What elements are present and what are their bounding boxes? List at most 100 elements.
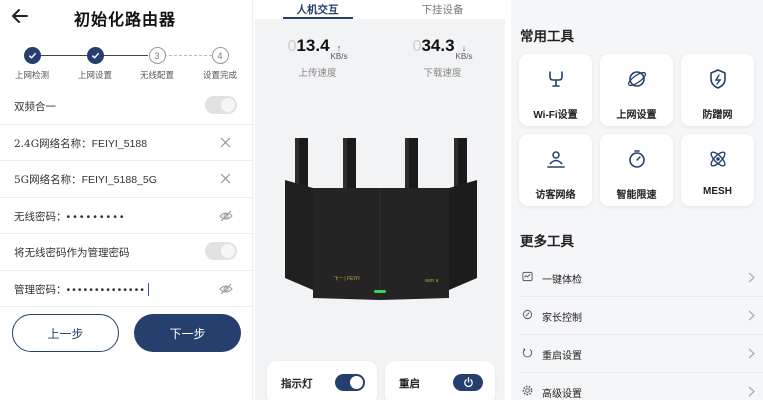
chevron-right-icon [748, 272, 755, 283]
step-4: 4 设置完成 [190, 47, 250, 81]
ssid-5g-input[interactable]: FEIYI_5188_5G [82, 174, 157, 186]
list-item-label: 重启设置 [542, 351, 582, 362]
tools-panel: 常用工具 Wi-Fi设置 上网设置 防蹭网 访客网络 智能限速 MESH 更多工… [511, 0, 763, 400]
step-3-label: 无线配置 [139, 71, 174, 81]
list-item-health-check[interactable]: 一键体检 [520, 259, 763, 297]
step-1-label: 上网检测 [14, 71, 49, 81]
admin-password-label: 管理密码： [14, 283, 67, 296]
list-item-label: 高级设置 [542, 389, 582, 400]
wireless-form: 双频合一 2.4G网络名称：FEIYI_5188 5G网络名称：FEIYI_51… [0, 88, 252, 307]
dual-band-toggle[interactable] [205, 96, 237, 114]
tool-label: MESH [703, 186, 732, 197]
reboot-button[interactable] [453, 374, 483, 391]
page-title: 初始化路由器 [74, 10, 177, 29]
text-caret [147, 283, 150, 296]
list-item-parental-control[interactable]: 家长控制 [520, 297, 763, 335]
chevron-right-icon [748, 386, 755, 397]
step-2: 上网设置 [65, 47, 125, 81]
admin-password-input[interactable]: •••••••••••••• [67, 284, 146, 296]
ssid-24g-input[interactable]: FEIYI_5188 [92, 138, 147, 150]
power-icon [463, 377, 473, 388]
eye-hidden-icon[interactable] [219, 283, 233, 295]
tab-interaction[interactable]: 人机交互 [255, 0, 380, 19]
parental-control-icon [522, 309, 533, 320]
more-tools-list: 一键体检 家长控制 重启设置 高级设置 [520, 259, 763, 400]
wifi-settings-icon [549, 71, 563, 87]
next-step-button[interactable]: 下一步 [134, 314, 241, 352]
tool-label: 智能限速 [616, 190, 657, 201]
download-speed-label: 下载速度 [423, 68, 462, 79]
upload-speed: 0 13.4 ↑ KB/s 上传速度 [255, 36, 380, 79]
speed-limit-icon [629, 150, 645, 168]
device-tabs: 人机交互 下挂设备 [255, 0, 505, 19]
step-1-check-icon [23, 47, 41, 64]
eye-hidden-icon[interactable] [219, 210, 233, 222]
ssid-24g-row: 2.4G网络名称：FEIYI_5188 [0, 125, 252, 161]
step-3-number: 3 [148, 47, 166, 64]
mesh-icon [710, 151, 726, 167]
tool-label: 防蹭网 [702, 110, 733, 121]
use-as-admin-label: 将无线密码作为管理密码 [14, 247, 130, 259]
wifi-password-row: 无线密码：••••••••• [0, 198, 252, 234]
device-panel: 人机交互 下挂设备 0 13.4 ↑ KB/s 上传速度 0 34.3 ↓ KB… [255, 0, 505, 400]
step-2-label: 上网设置 [77, 71, 112, 81]
gear-icon [522, 385, 533, 396]
dual-band-row: 双频合一 [0, 88, 252, 125]
tool-label: Wi-Fi设置 [533, 110, 578, 121]
internet-settings-icon [627, 71, 647, 87]
ssid-24g-label: 2.4G网络名称： [14, 137, 92, 150]
ssid-5g-field-label: 5G网络名称：FEIYI_5188_5G [14, 172, 157, 187]
tool-anti-rub[interactable]: 防蹭网 [681, 54, 754, 126]
list-item-label: 家长控制 [542, 313, 582, 324]
setup-panel: 初始化路由器 上网检测 上网设置 3 无线配置 4 设置完成 双频合一 2.4G… [0, 0, 253, 400]
indicator-card: 指示灯 [267, 361, 377, 400]
health-check-icon [522, 271, 533, 282]
setup-stepper: 上网检测 上网设置 3 无线配置 4 设置完成 [0, 44, 252, 84]
ssid-5g-row: 5G网络名称：FEIYI_5188_5G [0, 161, 252, 198]
use-as-admin-toggle[interactable] [205, 242, 237, 260]
list-item-advanced-settings[interactable]: 高级设置 [520, 373, 763, 400]
download-speed: 0 34.3 ↓ KB/s 下载速度 [380, 36, 505, 79]
step-3: 3 无线配置 [127, 47, 187, 81]
common-tools-title: 常用工具 [520, 29, 574, 44]
tool-internet-settings[interactable]: 上网设置 [600, 54, 673, 126]
tool-speed-limit[interactable]: 智能限速 [600, 134, 673, 206]
tab-connected-devices[interactable]: 下挂设备 [380, 0, 505, 19]
tool-label: 上网设置 [616, 110, 657, 121]
previous-step-button[interactable]: 上一步 [12, 314, 119, 352]
reboot-label: 重启 [399, 378, 420, 390]
download-speed-unit: KB/s [455, 52, 473, 61]
clear-24g-icon[interactable] [220, 137, 231, 148]
tool-mesh[interactable]: MESH [681, 134, 754, 206]
tool-wifi-settings[interactable]: Wi-Fi设置 [519, 54, 592, 126]
router-image: 飞一 | FEIYI WIFI 6 [285, 138, 477, 300]
wifi-password-input[interactable]: ••••••••• [67, 211, 127, 223]
restart-icon [522, 348, 533, 358]
admin-password-row: 管理密码：•••••••••••••• [0, 271, 252, 307]
step-4-number: 4 [211, 47, 229, 64]
step-4-label: 设置完成 [202, 71, 237, 81]
list-item-label: 一键体检 [542, 275, 582, 286]
upload-speed-label: 上传速度 [298, 68, 337, 79]
ssid-5g-label: 5G网络名称： [14, 174, 82, 186]
tool-label: 访客网络 [535, 190, 576, 201]
clear-5g-icon[interactable] [220, 173, 231, 184]
step-2-check-icon [86, 47, 104, 64]
guest-network-icon [547, 151, 565, 168]
setup-header: 初始化路由器 [0, 0, 252, 36]
upload-speed-lead: 0 [287, 38, 297, 55]
upload-speed-unit: KB/s [330, 52, 348, 61]
tool-guest-network[interactable]: 访客网络 [519, 134, 592, 206]
indicator-toggle[interactable] [335, 374, 365, 391]
dual-band-label: 双频合一 [14, 101, 56, 113]
chevron-right-icon [748, 348, 755, 359]
download-speed-lead: 0 [412, 38, 422, 55]
ssid-24g-field-label: 2.4G网络名称：FEIYI_5188 [14, 136, 147, 151]
shield-icon [710, 69, 726, 89]
back-arrow-icon[interactable] [10, 6, 30, 26]
list-item-restart[interactable]: 重启设置 [520, 335, 763, 373]
wifi-password-label: 无线密码： [14, 210, 67, 223]
download-speed-value: 34.3 [421, 36, 455, 55]
chevron-right-icon [748, 310, 755, 321]
step-1: 上网检测 [2, 47, 62, 81]
